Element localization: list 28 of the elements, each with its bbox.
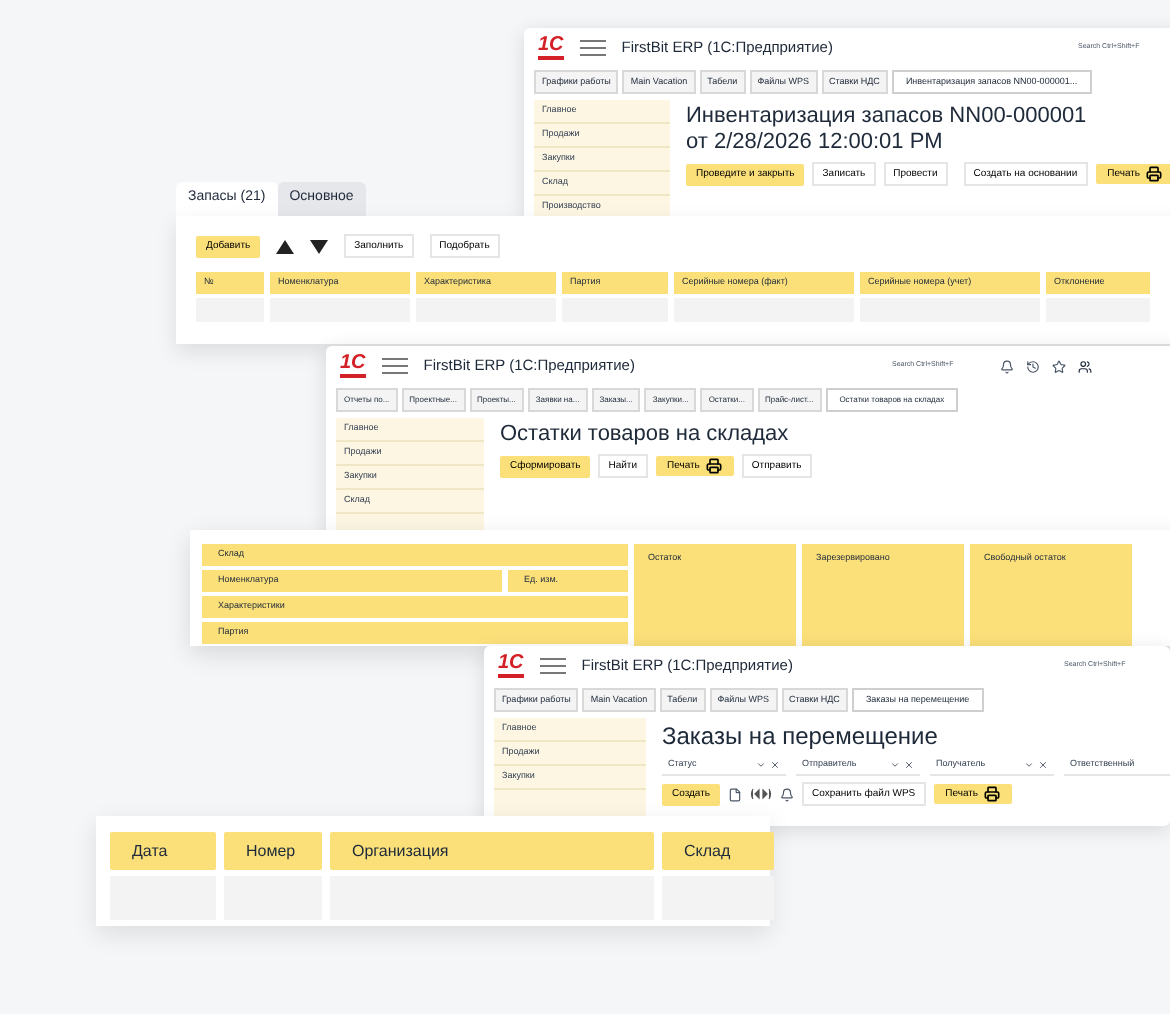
star-icon[interactable] [1052, 359, 1066, 373]
logo: 1С [498, 654, 524, 678]
bell-icon[interactable] [780, 787, 795, 801]
chevron-down-icon[interactable] [756, 760, 766, 770]
column-header: Дата [110, 832, 216, 870]
page-title: Остатки товаров на складах [500, 422, 791, 448]
column-header: Номер [224, 832, 322, 870]
page-title: Заказы на перемещение [662, 722, 940, 750]
menu-icon[interactable] [381, 358, 408, 374]
column-header: Организация [330, 832, 654, 870]
menu-icon[interactable] [579, 40, 606, 56]
printer-icon [984, 786, 1001, 802]
history-icon[interactable] [1026, 359, 1040, 373]
chevron-down-icon[interactable] [890, 760, 900, 770]
bell-icon[interactable] [1000, 359, 1014, 373]
document-icon[interactable] [728, 787, 743, 801]
move-up-icon[interactable] [276, 239, 295, 253]
printer-icon [705, 458, 722, 474]
users-icon[interactable] [1078, 359, 1092, 373]
page-title: Инвентаризация запасов NN00-000001 от 2/28/2026 12:00:01 PM [686, 104, 1089, 156]
column-header: Склад [662, 832, 774, 870]
arrows-icon[interactable] [750, 788, 773, 800]
chevron-down-icon[interactable] [1024, 760, 1034, 770]
printer-icon [1146, 166, 1163, 182]
logo: 1С [538, 36, 564, 60]
logo: 1С [340, 354, 366, 378]
move-down-icon[interactable] [310, 239, 329, 253]
menu-icon[interactable] [539, 658, 566, 674]
